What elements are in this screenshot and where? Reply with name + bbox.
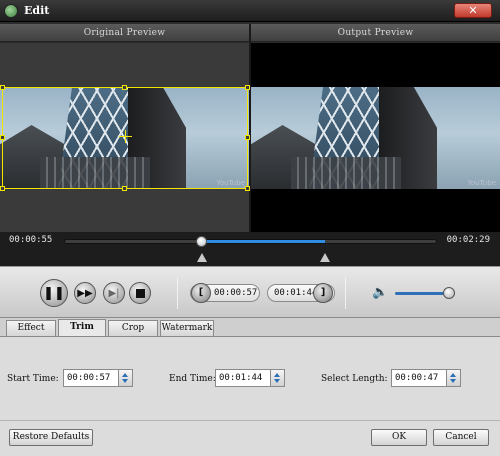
set-end-button[interactable]: ] bbox=[313, 283, 333, 303]
crop-handle-br[interactable] bbox=[245, 186, 250, 191]
arrow-up-icon[interactable] bbox=[122, 373, 128, 377]
window-title: Edit bbox=[24, 4, 50, 17]
crop-frame[interactable] bbox=[0, 85, 250, 191]
stop-button[interactable] bbox=[129, 282, 151, 304]
volume-thumb[interactable] bbox=[443, 287, 455, 299]
crosshair-icon-vertical bbox=[125, 130, 126, 143]
start-time-value: 00:00:57 bbox=[67, 373, 111, 383]
start-time-label: Start Time: bbox=[7, 374, 59, 384]
crop-handle-tc[interactable] bbox=[122, 85, 127, 90]
tab-watermark[interactable]: Watermark bbox=[160, 320, 214, 336]
start-time-field[interactable]: 00:00:57 bbox=[63, 369, 133, 387]
crop-handle-ml[interactable] bbox=[0, 135, 5, 140]
select-length-value: 00:00:47 bbox=[395, 373, 439, 383]
output-preview-label: Output Preview bbox=[251, 24, 500, 42]
selection-range bbox=[202, 240, 326, 243]
trim-marker-row bbox=[0, 250, 500, 266]
playback-controls: ❚❚ ▶▶ ▶| 00:00:57 [ 00:01:44 ] 🔈 bbox=[0, 266, 500, 318]
crop-handle-bl[interactable] bbox=[0, 186, 5, 191]
tab-effect[interactable]: Effect bbox=[6, 320, 56, 336]
timeline-bar: 00:00:55 00:02:29 bbox=[0, 232, 500, 250]
crop-handle-mr[interactable] bbox=[245, 135, 250, 140]
trim-end-marker[interactable] bbox=[320, 253, 331, 262]
current-time: 00:00:55 bbox=[9, 235, 53, 245]
cancel-button[interactable]: Cancel bbox=[433, 429, 489, 446]
tab-bar: Effect Trim Crop Watermark bbox=[0, 318, 500, 337]
end-time-stepper[interactable] bbox=[270, 370, 284, 386]
end-time-field[interactable]: 00:01:44 bbox=[215, 369, 285, 387]
crop-handle-bc[interactable] bbox=[122, 186, 127, 191]
volume-icon[interactable]: 🔈 bbox=[372, 285, 388, 300]
end-time-value: 00:01:44 bbox=[219, 373, 263, 383]
stop-icon bbox=[135, 288, 145, 298]
arrow-up-icon[interactable] bbox=[450, 373, 456, 377]
output-video-frame: YouTube bbox=[251, 87, 500, 189]
crop-handle-tl[interactable] bbox=[0, 85, 5, 90]
trim-panel: Start Time: 00:00:57 End Time: 00:01:44 … bbox=[0, 336, 500, 420]
output-video-watermark: YouTube bbox=[467, 179, 496, 187]
fast-forward-button[interactable]: ▶▶ bbox=[74, 282, 96, 304]
arrow-down-icon[interactable] bbox=[274, 379, 280, 383]
arrow-down-icon[interactable] bbox=[450, 379, 456, 383]
playhead-thumb[interactable] bbox=[196, 236, 207, 247]
select-length-stepper[interactable] bbox=[446, 370, 460, 386]
set-start-button[interactable]: [ bbox=[191, 283, 211, 303]
output-preview: YouTube bbox=[251, 43, 500, 232]
crop-handle-tr[interactable] bbox=[245, 85, 250, 90]
original-preview: YouTube bbox=[0, 43, 250, 232]
title-bar: Edit ✕ bbox=[0, 0, 500, 22]
ok-button[interactable]: OK bbox=[371, 429, 427, 446]
dialog-footer: Restore Defaults OK Cancel bbox=[0, 420, 500, 456]
close-button[interactable]: ✕ bbox=[454, 3, 492, 18]
arrow-up-icon[interactable] bbox=[274, 373, 280, 377]
select-length-label: Select Length: bbox=[321, 374, 388, 384]
next-frame-button[interactable]: ▶| bbox=[103, 282, 125, 304]
total-time: 00:02:29 bbox=[446, 235, 490, 245]
pause-button[interactable]: ❚❚ bbox=[40, 279, 68, 307]
trim-start-marker[interactable] bbox=[197, 253, 207, 262]
restore-defaults-button[interactable]: Restore Defaults bbox=[9, 429, 93, 446]
arrow-down-icon[interactable] bbox=[122, 379, 128, 383]
start-time-stepper[interactable] bbox=[118, 370, 132, 386]
tab-trim[interactable]: Trim bbox=[58, 319, 106, 337]
separator bbox=[345, 277, 346, 309]
select-length-field[interactable]: 00:00:47 bbox=[391, 369, 461, 387]
end-time-label: End Time: bbox=[169, 374, 216, 384]
app-icon bbox=[4, 4, 18, 18]
tab-crop[interactable]: Crop bbox=[108, 320, 158, 336]
original-preview-label: Original Preview bbox=[0, 24, 249, 42]
separator bbox=[177, 277, 178, 309]
